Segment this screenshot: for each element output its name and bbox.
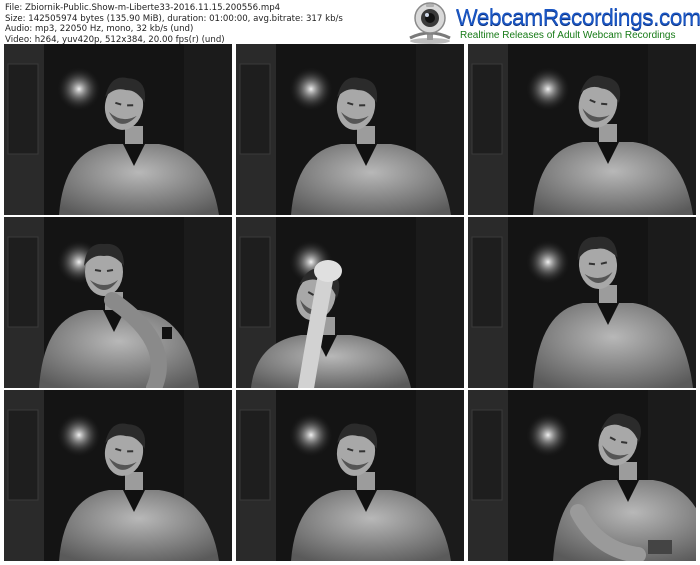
thumbnail-7[interactable] bbox=[4, 390, 232, 561]
video-frame bbox=[468, 217, 696, 388]
video-frame bbox=[236, 217, 464, 388]
thumbnail-grid bbox=[0, 0, 700, 565]
thumbnail-1[interactable] bbox=[4, 44, 232, 215]
thumbnail-2[interactable] bbox=[236, 44, 464, 215]
thumbnail-4[interactable] bbox=[4, 217, 232, 388]
video-frame bbox=[4, 390, 232, 561]
video-frame bbox=[4, 44, 232, 215]
thumbnail-5[interactable] bbox=[236, 217, 464, 388]
video-frame bbox=[236, 390, 464, 561]
video-frame bbox=[4, 217, 232, 388]
video-frame bbox=[468, 44, 696, 215]
video-frame bbox=[236, 44, 464, 215]
thumbnail-6[interactable] bbox=[468, 217, 696, 388]
video-frame bbox=[468, 390, 696, 561]
thumbnail-8[interactable] bbox=[236, 390, 464, 561]
thumbnail-3[interactable] bbox=[468, 44, 696, 215]
thumbnail-9[interactable] bbox=[468, 390, 696, 561]
